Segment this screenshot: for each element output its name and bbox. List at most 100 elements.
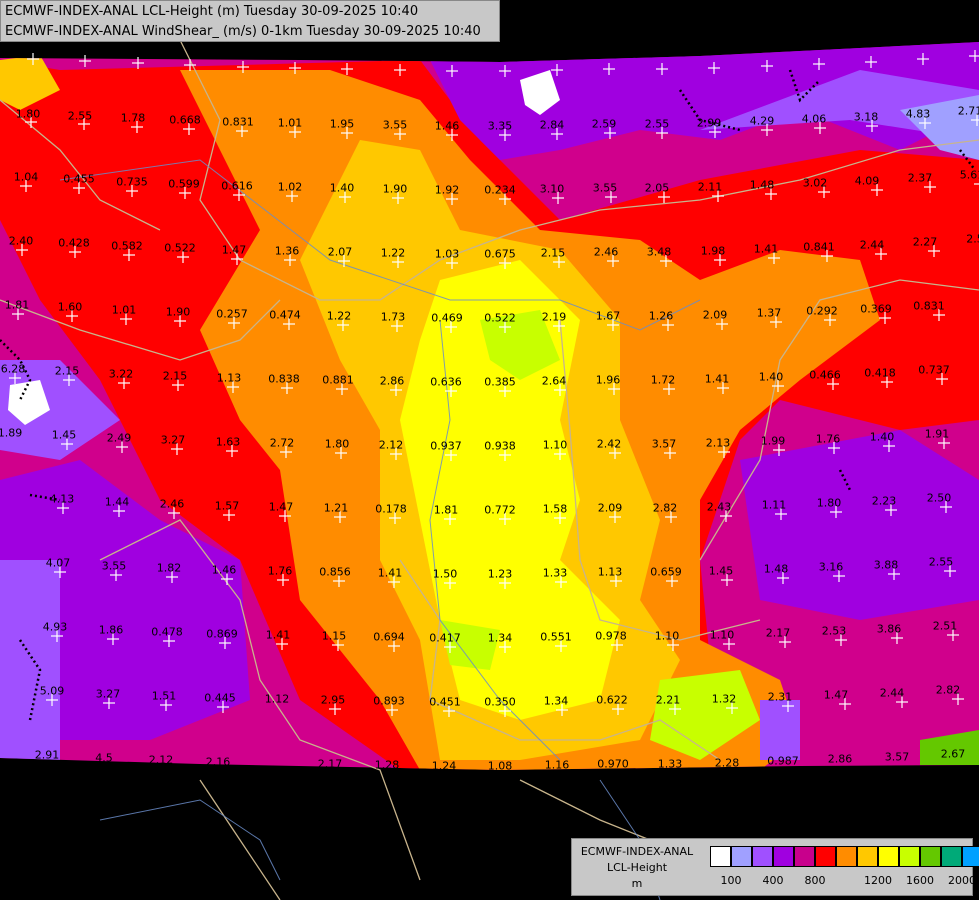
station-value: 3.48: [646, 245, 672, 259]
station-value: 3.55: [382, 118, 408, 132]
station-value: 2.11: [697, 180, 723, 194]
station-value: 1.41: [753, 242, 779, 256]
station-value: 1.50: [432, 567, 458, 581]
station-value: 2.67: [940, 747, 966, 761]
station-value: 1.26: [648, 309, 674, 323]
station-value: 0.772: [484, 503, 516, 517]
legend-title-1: ECMWF-INDEX-ANAL: [580, 845, 694, 858]
station-value: 3.10: [539, 182, 565, 196]
station-value: 1.76: [267, 564, 293, 578]
station-value: 0.831: [913, 299, 945, 313]
station-value: 2.55: [928, 555, 954, 569]
station-value: 1.73: [380, 310, 406, 324]
station-value: 0.694: [373, 630, 405, 644]
station-value: 0.735: [116, 175, 148, 189]
legend-swatch: [878, 846, 899, 867]
station-value: 0.616: [221, 179, 253, 193]
station-value: 0.466: [809, 368, 841, 382]
station-value: 1.80: [324, 437, 350, 451]
station-value: 6.28: [0, 362, 26, 376]
station-value: 1.60: [57, 300, 83, 314]
station-value: 2.51: [932, 619, 958, 633]
station-value: 4.06: [801, 112, 827, 126]
station-value: 0.551: [540, 630, 572, 644]
station-value: 1.12: [264, 692, 290, 706]
station-value: 1.81: [4, 298, 30, 312]
station-value: 1.33: [657, 757, 683, 771]
station-value: 1.24: [431, 759, 457, 773]
station-value: 3.88: [873, 558, 899, 572]
station-value: 1.40: [869, 430, 895, 444]
station-value: 1.57: [214, 499, 240, 513]
station-value: 0.838: [268, 372, 300, 386]
station-value: 1.99: [760, 434, 786, 448]
station-value: 4.93: [42, 620, 68, 634]
station-value: 0.668: [169, 113, 201, 127]
station-value: 1.58: [542, 502, 568, 516]
station-value: 0.178: [375, 502, 407, 516]
legend-tick-label: 2000: [948, 874, 976, 887]
legend-swatch: [899, 846, 920, 867]
station-value: 0.474: [269, 308, 301, 322]
legend-swatch: [857, 846, 878, 867]
station-value: 4.09: [854, 174, 880, 188]
station-value: 1.15: [321, 629, 347, 643]
station-value: 1.67: [595, 309, 621, 323]
station-value: 2.46: [593, 245, 619, 259]
station-value: 2.31: [767, 690, 793, 704]
title-line-2: ECMWF-INDEX-ANAL WindShear_ (m/s) 0-1km …: [5, 24, 481, 39]
station-value: 1.48: [763, 562, 789, 576]
station-value: 3.86: [876, 622, 902, 636]
station-value: 3.57: [884, 750, 910, 764]
station-value: 0.622: [596, 693, 628, 707]
station-value: 0.417: [429, 631, 461, 645]
station-value: 3.55: [592, 181, 618, 195]
station-value: 0.978: [595, 629, 627, 643]
station-value: 2.37: [907, 171, 933, 185]
station-value: 1.34: [543, 694, 569, 708]
station-value: 0.350: [484, 695, 516, 709]
station-value: 2.15: [540, 246, 566, 260]
station-value: 2.44: [859, 238, 885, 252]
legend-swatch: [731, 846, 752, 867]
station-value: 1.81: [433, 503, 459, 517]
station-value: 0.582: [111, 239, 143, 253]
station-value: 1.03: [434, 247, 460, 261]
station-value: 0.938: [484, 439, 516, 453]
station-value: 0.522: [164, 241, 196, 255]
station-value: 1.41: [265, 628, 291, 642]
station-value: 3.55: [101, 559, 127, 573]
station-value: 0.841: [803, 240, 835, 254]
station-value: 4.13: [49, 492, 75, 506]
station-value: 0.675: [484, 247, 516, 261]
station-value: 1.10: [542, 438, 568, 452]
station-value: 4.5: [95, 751, 113, 765]
legend: ECMWF-INDEX-ANAL LCL-Height m 100 400 800 1…: [571, 838, 979, 896]
station-value: 2.07: [327, 245, 353, 259]
station-value: 5.09: [39, 684, 65, 698]
station-value: 2.55: [644, 117, 670, 131]
legend-swatch: [815, 846, 836, 867]
station-value: 2.50: [926, 491, 952, 505]
station-value: 1.44: [104, 495, 130, 509]
station-value: 2.27: [912, 235, 938, 249]
legend-swatch: [710, 846, 731, 867]
station-value: 1.10: [654, 629, 680, 643]
station-value: 1.28: [374, 758, 400, 772]
station-value: 1.76: [815, 432, 841, 446]
station-value: 0.234: [484, 183, 516, 197]
station-value: 1.90: [382, 182, 408, 196]
lcl-height-field: [0, 42, 979, 770]
station-value: 2.23: [871, 494, 897, 508]
station-value: 5.61: [959, 168, 979, 182]
station-value: 0.856: [319, 565, 351, 579]
legend-unit: m: [631, 877, 643, 890]
station-value: 1.63: [215, 435, 241, 449]
station-value: 3.27: [160, 433, 186, 447]
station-value: 0.881: [322, 373, 354, 387]
station-value: 2.09: [597, 501, 623, 515]
station-value: 1.22: [380, 246, 406, 260]
legend-swatch: [941, 846, 962, 867]
station-value: 1.47: [823, 688, 849, 702]
station-value: 3.16: [818, 560, 844, 574]
